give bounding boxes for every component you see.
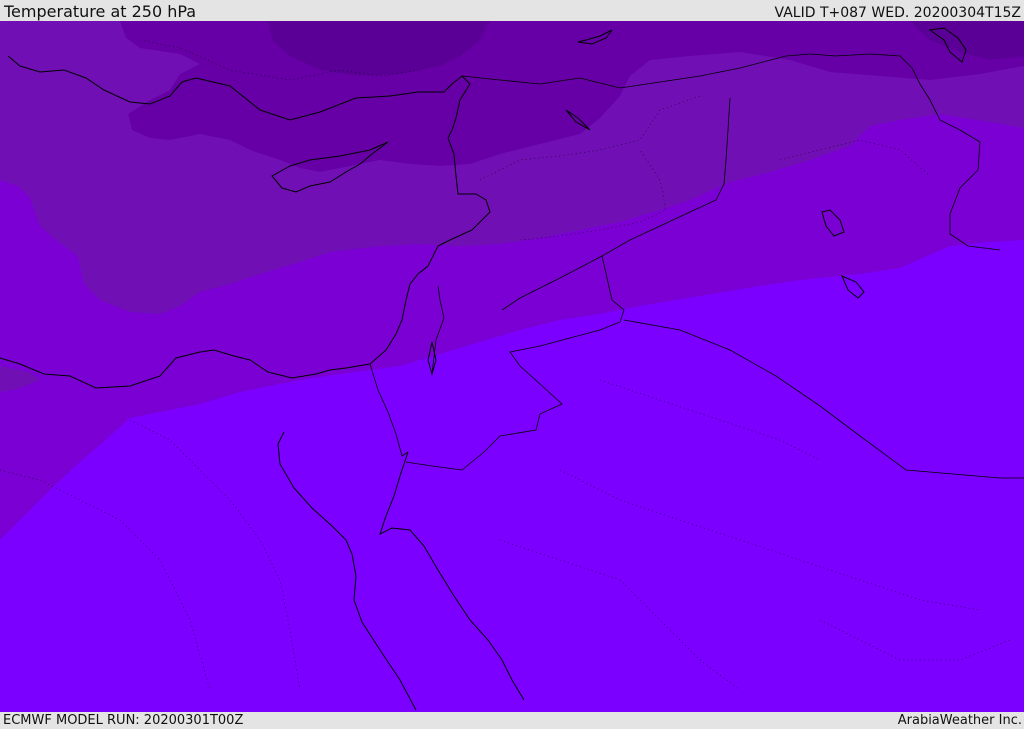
model-run-label: ECMWF MODEL RUN: 20200301T00Z [3,713,244,728]
valid-time: VALID T+087 WED. 20200304T15Z [774,5,1021,21]
footer-bar: ECMWF MODEL RUN: 20200301T00Z ArabiaWeat… [0,712,1024,729]
header-bar: Temperature at 250 hPa VALID T+087 WED. … [0,0,1024,21]
credit-label: ArabiaWeather Inc. [897,713,1022,728]
map-canvas [0,21,1024,712]
map-title: Temperature at 250 hPa [4,2,197,21]
map-page: Temperature at 250 hPa VALID T+087 WED. … [0,0,1024,729]
weather-map [0,21,1024,712]
